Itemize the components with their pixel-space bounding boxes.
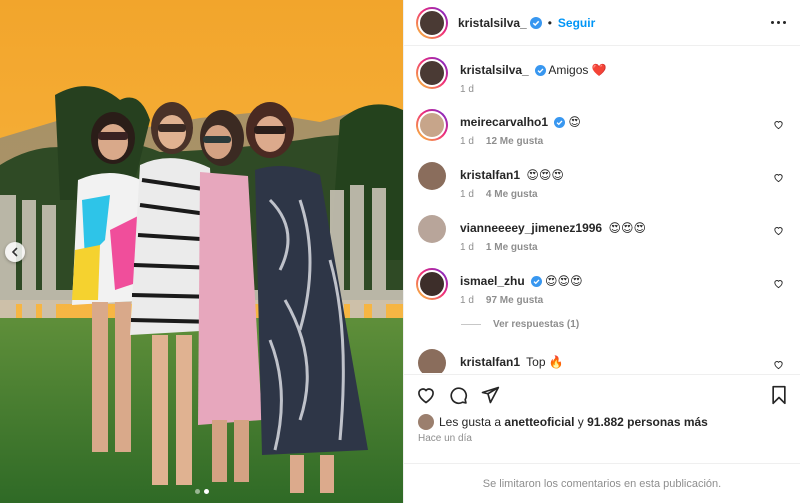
- comment-item: kristalfan1 Top 🔥: [416, 349, 792, 373]
- comment-text: 😍😍😍: [608, 221, 646, 235]
- heart-icon[interactable]: [416, 385, 436, 405]
- avatar[interactable]: [416, 268, 448, 300]
- heart-icon[interactable]: [773, 359, 784, 370]
- avatar[interactable]: [418, 215, 446, 243]
- chevron-left-icon: [11, 247, 18, 257]
- author-username[interactable]: kristalsilva_: [458, 16, 527, 30]
- comment-item: kristalfan1 😍😍😍 1 d 4 Me gusta: [416, 162, 792, 200]
- post-actions: Les gusta a anetteoficial y 91.882 perso…: [404, 374, 800, 503]
- comment-username[interactable]: ismael_zhu: [460, 274, 525, 288]
- likes-user[interactable]: anetteoficial: [504, 415, 574, 429]
- comments-disabled-notice: Se limitaron los comentarios en esta pub…: [404, 463, 800, 503]
- bookmark-icon[interactable]: [770, 385, 788, 405]
- carousel-dot: [194, 489, 200, 494]
- carousel-prev-button[interactable]: [5, 242, 25, 262]
- more-options-icon[interactable]: [769, 17, 788, 28]
- heart-icon[interactable]: [773, 119, 784, 130]
- caption-username[interactable]: kristalsilva_: [460, 63, 529, 77]
- comment-text: 😍😍😍: [526, 168, 564, 182]
- comment-likes[interactable]: 1 Me gusta: [486, 242, 538, 253]
- avatar[interactable]: [416, 109, 448, 141]
- heart-icon[interactable]: [773, 225, 784, 236]
- likes-summary: Les gusta a anetteoficial y 91.882 perso…: [404, 414, 800, 430]
- verified-icon: [530, 276, 542, 287]
- verified-icon: [534, 65, 546, 76]
- comment-username[interactable]: kristalfan1: [460, 355, 520, 369]
- comment-text: 😍😍😍: [545, 274, 583, 288]
- verified-icon: [554, 117, 566, 128]
- comment-username[interactable]: kristalfan1: [460, 168, 520, 182]
- avatar[interactable]: [416, 57, 448, 89]
- post-header: kristalsilva_ • Seguir: [404, 0, 800, 46]
- comment-likes[interactable]: 4 Me gusta: [486, 189, 538, 200]
- share-icon[interactable]: [480, 385, 500, 405]
- comment-username[interactable]: vianneeeey_jimenez1996: [460, 221, 602, 235]
- header-separator: •: [547, 15, 552, 30]
- carousel-dots: [0, 489, 403, 494]
- post-time: Hace un día: [418, 433, 472, 444]
- follow-button[interactable]: Seguir: [558, 16, 595, 30]
- comment-time: 1 d: [460, 295, 474, 306]
- post-photo[interactable]: [0, 0, 403, 503]
- caption-emoji: ❤️: [591, 63, 607, 77]
- comment-likes[interactable]: 12 Me gusta: [486, 136, 543, 147]
- comment-likes[interactable]: 97 Me gusta: [486, 295, 543, 306]
- carousel-dot-active: [203, 489, 209, 494]
- avatar[interactable]: [418, 414, 434, 430]
- photo-scene: [0, 0, 403, 503]
- comment-time: 1 d: [460, 136, 474, 147]
- comment-text: 😍: [568, 115, 581, 129]
- author-avatar[interactable]: [416, 6, 448, 39]
- heart-icon[interactable]: [773, 278, 784, 289]
- comments-list[interactable]: kristalsilva_ Amigos ❤️ 1 d meirecarvalh…: [404, 47, 800, 373]
- avatar[interactable]: [418, 162, 446, 190]
- caption-time: 1 d: [460, 84, 474, 95]
- avatar[interactable]: [418, 349, 446, 373]
- comment-text: Top 🔥: [526, 355, 564, 369]
- post-side-panel: kristalsilva_ • Seguir kristalsilva_ Ami…: [403, 0, 800, 503]
- comment-time: 1 d: [460, 242, 474, 253]
- comment-username[interactable]: meirecarvalho1: [460, 115, 548, 129]
- verified-icon: [529, 16, 542, 29]
- comment-time: 1 d: [460, 189, 474, 200]
- likes-count[interactable]: 91.882 personas más: [587, 415, 708, 429]
- view-replies-label: Ver respuestas (1): [493, 319, 580, 330]
- replies-divider: [461, 324, 481, 325]
- comment-icon[interactable]: [448, 385, 468, 405]
- comment-item: vianneeeey_jimenez1996 😍😍😍 1 d 1 Me gust…: [416, 215, 792, 253]
- likes-middle: y: [577, 415, 584, 429]
- comment-item: meirecarvalho1 😍 1 d 12 Me gusta: [416, 109, 792, 147]
- comment-item: ismael_zhu 😍😍😍 1 d 97 Me gusta: [416, 268, 792, 306]
- post-caption: kristalsilva_ Amigos ❤️ 1 d: [416, 57, 792, 95]
- heart-icon[interactable]: [773, 172, 784, 183]
- caption-text: Amigos: [548, 63, 589, 77]
- view-replies-button[interactable]: Ver respuestas (1): [461, 319, 579, 330]
- likes-prefix: Les gusta a: [439, 415, 502, 429]
